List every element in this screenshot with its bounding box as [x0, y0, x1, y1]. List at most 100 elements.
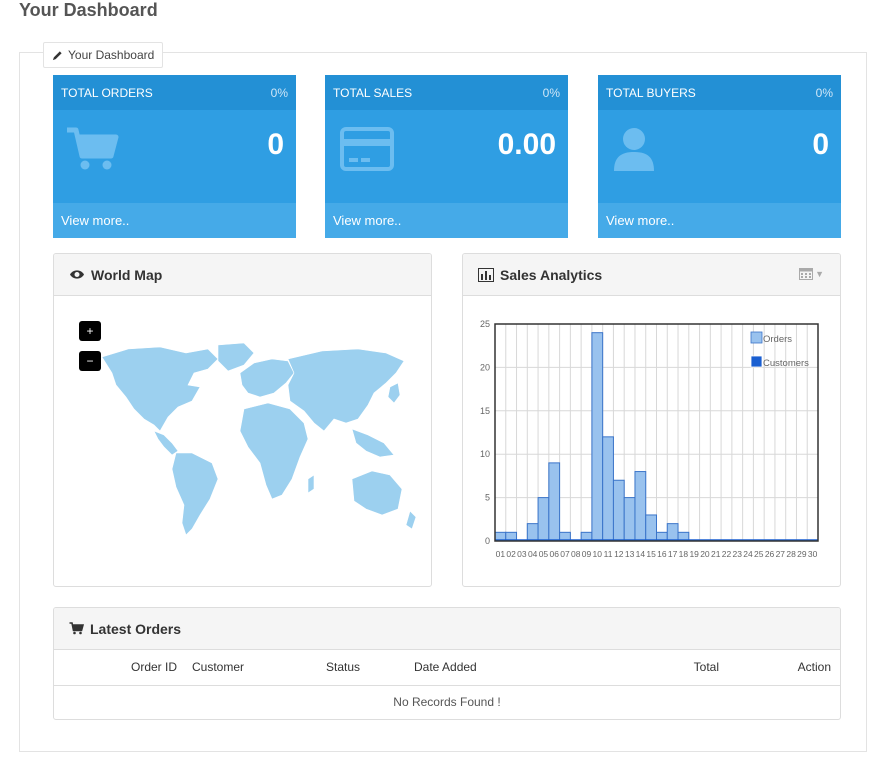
map-region-australia	[351, 470, 403, 516]
tile-percent: 0%	[542, 85, 560, 100]
y-tick-label: 10	[480, 449, 490, 459]
x-tick-label: 29	[797, 549, 807, 559]
x-tick-label: 02	[506, 549, 516, 559]
x-tick-label: 09	[582, 549, 592, 559]
bar-orders	[645, 514, 658, 542]
map-zoom-in-button[interactable]: +	[79, 321, 101, 341]
tile-value: 0.00	[497, 128, 556, 161]
sales-analytics-panel: Sales Analytics ▼ 0 5 10 15 20 25 01 02 03 04 05 06…	[462, 253, 841, 587]
x-tick-label: 11	[604, 549, 613, 559]
fieldset-legend: Your Dashboard	[43, 42, 164, 68]
tile-title: TOTAL BUYERS	[606, 85, 696, 100]
bar-orders	[602, 436, 614, 542]
x-tick-label: 08	[571, 549, 581, 559]
x-tick-label: 21	[711, 549, 721, 559]
x-tick-label: 18	[679, 549, 689, 559]
pencil-icon	[52, 50, 62, 60]
column-total[interactable]: Total	[564, 650, 744, 686]
x-tick-label: 22	[722, 549, 732, 559]
bar-orders	[666, 523, 679, 542]
column-status[interactable]: Status	[316, 650, 414, 686]
table-header-row: Order ID Customer Status Date Added Tota…	[54, 650, 840, 686]
orders-table: Order ID Customer Status Date Added Tota…	[54, 650, 840, 718]
table-row: No Records Found !	[54, 685, 840, 718]
fieldset-legend-label: Your Dashboard	[68, 48, 155, 62]
legend-swatch-orders	[750, 331, 763, 344]
x-tick-label: 01	[496, 549, 506, 559]
x-tick-label: 15	[646, 549, 656, 559]
map-region-southeast-asia	[351, 428, 395, 458]
eye-icon	[70, 270, 84, 279]
y-tick-label: 15	[480, 406, 490, 416]
x-tick-label: 28	[786, 549, 796, 559]
total-orders-tile: TOTAL ORDERS 0% 0 View more..	[53, 75, 296, 238]
legend-swatch-customers	[750, 355, 763, 368]
bar-orders	[537, 497, 550, 542]
tile-title: TOTAL SALES	[333, 85, 413, 100]
y-tick-label: 20	[480, 362, 490, 372]
total-sales-tile: TOTAL SALES 0% 0.00 View more..	[325, 75, 568, 238]
legend-label-orders: Orders	[763, 334, 792, 345]
view-more-buyers-link[interactable]: View more..	[598, 203, 841, 238]
x-tick-label: 10	[593, 549, 603, 559]
x-tick-label: 24	[743, 549, 753, 559]
tile-percent: 0%	[815, 85, 833, 100]
date-range-dropdown[interactable]: ▼	[799, 267, 824, 280]
column-customer[interactable]: Customer	[181, 650, 316, 686]
bar-orders	[623, 497, 636, 542]
x-tick-label: 07	[560, 549, 570, 559]
x-tick-label: 16	[657, 549, 667, 559]
column-order-id[interactable]: Order ID	[54, 650, 181, 686]
world-map[interactable]	[68, 339, 418, 539]
x-tick-label: 26	[765, 549, 775, 559]
x-tick-label: 30	[808, 549, 818, 559]
tile-value: 0	[267, 128, 284, 161]
chevron-down-icon: ▼	[815, 268, 824, 279]
bar-orders	[526, 523, 539, 542]
y-tick-label: 0	[485, 536, 490, 546]
x-tick-label: 13	[625, 549, 635, 559]
latest-orders-title: Latest Orders	[90, 620, 182, 637]
column-date-added[interactable]: Date Added	[414, 650, 564, 686]
legend-label-customers: Customers	[763, 358, 809, 369]
map-region-north-america	[101, 346, 219, 432]
x-tick-label: 03	[517, 549, 527, 559]
sales-chart: 051015202501 02 03 04 05 06 07 08 09 10 11 12 13 14 15…	[480, 319, 819, 559]
shopping-cart-icon	[67, 127, 119, 170]
x-tick-label: 20	[700, 549, 710, 559]
view-more-sales-link[interactable]: View more..	[325, 203, 568, 238]
map-region-africa	[239, 402, 309, 500]
y-tick-label: 25	[480, 319, 490, 329]
map-region-central-america	[153, 430, 179, 456]
total-buyers-tile: TOTAL BUYERS 0% 0 View more..	[598, 75, 841, 238]
map-region-new-zealand	[405, 510, 417, 530]
latest-orders-panel: Latest Orders Order ID Customer Status D…	[53, 607, 841, 720]
user-icon	[614, 128, 654, 171]
x-tick-label: 06	[549, 549, 559, 559]
tile-percent: 0%	[270, 85, 288, 100]
x-tick-label: 27	[776, 549, 786, 559]
y-tick-label: 5	[485, 493, 490, 503]
map-region-asia	[287, 348, 405, 432]
tile-value: 0	[812, 128, 829, 161]
x-tick-label: 23	[733, 549, 743, 559]
credit-card-icon	[340, 127, 394, 171]
sales-analytics-title: Sales Analytics	[500, 266, 603, 283]
x-tick-label: 25	[754, 549, 764, 559]
map-region-japan	[387, 382, 401, 404]
view-more-orders-link[interactable]: View more..	[53, 203, 296, 238]
world-map-title: World Map	[91, 266, 163, 283]
bar-chart-icon	[478, 267, 494, 282]
map-region-south-america	[171, 452, 219, 536]
x-tick-label: 14	[636, 549, 646, 559]
column-action: Action	[744, 650, 840, 686]
world-map-panel: World Map + −	[53, 253, 432, 587]
x-tick-label: 05	[539, 549, 549, 559]
calendar-icon	[799, 268, 814, 280]
map-region-europe	[239, 358, 295, 398]
bar-orders	[634, 471, 647, 542]
no-records-message: No Records Found !	[393, 694, 501, 709]
bar-orders	[612, 479, 625, 542]
page-title: Your Dashboard	[19, 0, 158, 20]
bar-orders	[548, 462, 561, 542]
